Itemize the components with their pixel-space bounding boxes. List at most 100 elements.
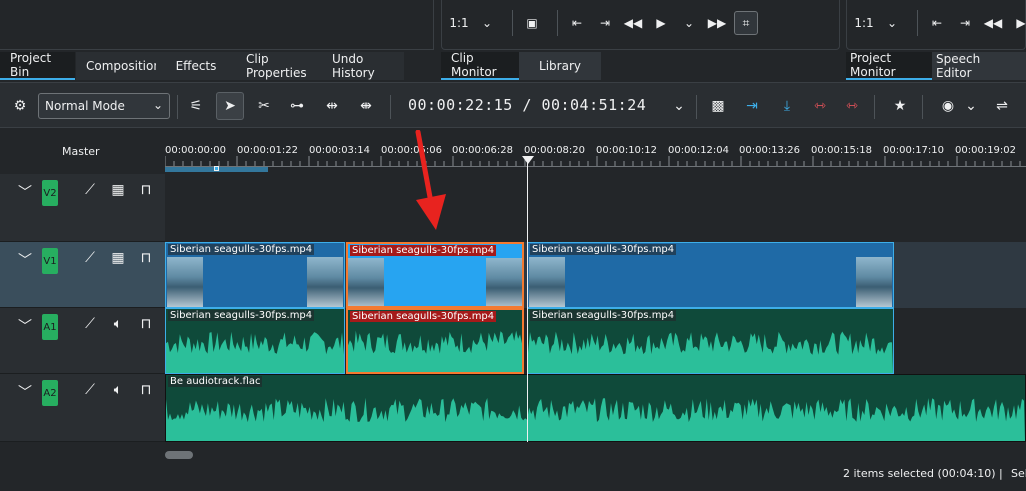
lock-icon[interactable]: ⊓ — [136, 180, 156, 200]
speaker-icon[interactable]: 🔈︎ — [108, 380, 128, 400]
insert-clip-icon[interactable]: ⇥ — [740, 92, 764, 120]
stop-icon[interactable]: ▣ — [521, 11, 543, 35]
track-tag[interactable]: V1 — [42, 248, 58, 274]
effects-wand-icon[interactable]: ⟋ — [80, 380, 100, 400]
speaker-icon[interactable]: 🔈︎ — [108, 314, 128, 334]
mixer-icon[interactable]: ⇌ — [990, 92, 1014, 120]
chevron-down-icon[interactable]: ﹀ — [18, 250, 32, 270]
track-v1[interactable]: Siberian seagulls-30fps.mp4 Siberian sea… — [165, 242, 1026, 308]
play-icon[interactable]: ▶ — [650, 11, 672, 35]
selection-tool-icon[interactable]: ➤ — [216, 92, 244, 120]
total-time: 00:04:51:24 — [541, 96, 647, 114]
chevron-down-icon[interactable]: ⌄ — [881, 11, 903, 35]
audio-clip[interactable]: Siberian seagulls-30fps.mp4 — [165, 308, 345, 374]
record-icon[interactable]: ◉ — [936, 92, 960, 120]
tab-overflow[interactable] — [1012, 52, 1026, 80]
status-selection: 2 items selected (00:04:10) | — [843, 467, 1003, 480]
timeline-ruler[interactable]: 00:00:00:00 00:00:01:22 00:00:03:14 00:0… — [165, 140, 1026, 172]
razor-all-icon[interactable]: ⚟ — [184, 92, 208, 120]
toolbar-divider — [390, 95, 391, 119]
tab-compositions[interactable]: Compositions — [76, 52, 167, 80]
tab-effects[interactable]: Effects — [156, 52, 236, 80]
chevron-down-icon[interactable]: ﹀ — [18, 316, 32, 336]
chevron-down-icon[interactable]: ⌄ — [678, 11, 700, 35]
composite-icon[interactable]: ▩ — [706, 92, 730, 120]
play-icon[interactable]: ▶ — [1010, 11, 1026, 35]
set-zone-in-icon[interactable]: ⇤ — [566, 11, 588, 35]
tab-speech-editor[interactable]: Speech Editor — [932, 52, 1012, 80]
track-header-v1[interactable]: ﹀ V1 ⟋ ▦ ⊓ — [0, 242, 165, 308]
chevron-down-icon[interactable]: ⌄ — [476, 11, 498, 35]
audio-clip[interactable]: Siberian seagulls-30fps.mp4 — [527, 308, 894, 374]
clip-thumbnail-end — [486, 258, 522, 306]
audio-clip[interactable]: Be audiotrack.flac — [165, 374, 1026, 442]
status-divider: | — [999, 467, 1003, 480]
timeline-tracks: Siberian seagulls-30fps.mp4 Siberian sea… — [165, 172, 1026, 442]
film-icon[interactable]: ▦ — [108, 248, 128, 268]
lock-icon[interactable]: ⊓ — [136, 248, 156, 268]
video-clip[interactable]: Siberian seagulls-30fps.mp4 — [165, 242, 345, 308]
video-clip-selected[interactable]: Siberian seagulls-30fps.mp4 — [346, 242, 524, 308]
track-a1[interactable]: Siberian seagulls-30fps.mp4 Siberian sea… — [165, 308, 1026, 374]
playhead-line[interactable] — [527, 157, 528, 442]
track-tag[interactable]: A2 — [42, 380, 58, 406]
tab-undo-history[interactable]: Undo History — [322, 52, 404, 80]
chevron-down-icon[interactable]: ﹀ — [18, 182, 32, 202]
tab-project-monitor[interactable]: Project Monitor — [846, 51, 932, 80]
rewind-icon[interactable]: ◀◀ — [982, 11, 1004, 35]
set-zone-in-icon[interactable]: ⇤ — [926, 11, 948, 35]
ripple-tool-icon[interactable]: ⇹ — [320, 92, 344, 120]
track-a2[interactable]: Be audiotrack.flac — [165, 374, 1026, 442]
effects-wand-icon[interactable]: ⟋ — [80, 180, 100, 200]
lock-icon[interactable]: ⊓ — [136, 314, 156, 334]
track-header-a1[interactable]: ﹀ A1 ⟋ 🔈︎ ⊓ — [0, 308, 165, 374]
toolbar-divider — [917, 10, 918, 36]
clip-monitor-panel: 1:1 ⌄ ▣ ⇤ ⇥ ◀◀ ▶ ⌄ ▶▶ ⌗ › — [441, 0, 857, 50]
clip-label: Siberian seagulls-30fps.mp4 — [350, 245, 497, 256]
tab-clip-properties[interactable]: Clip Properties — [236, 52, 322, 80]
chevron-down-icon[interactable]: ⌄ — [962, 92, 980, 120]
settings-sliders-icon[interactable]: ⚙ — [8, 92, 32, 120]
chevron-down-icon[interactable]: ﹀ — [18, 382, 32, 402]
fast-forward-icon[interactable]: ▶▶ — [706, 11, 728, 35]
lift-zone-icon[interactable]: ⇿ — [840, 92, 864, 120]
chevron-down-icon[interactable]: ⌄ — [670, 92, 688, 120]
project-bin-panel — [0, 0, 434, 50]
playhead-marker[interactable] — [522, 156, 534, 164]
timecode-display[interactable]: 00:00:22:15 / 00:04:51:24 — [408, 96, 646, 114]
audio-waveform — [348, 330, 522, 372]
extract-zone-icon[interactable]: ⇿ — [808, 92, 832, 120]
track-header-a2[interactable]: ﹀ A2 ⟋ 🔈︎ ⊓ — [0, 374, 165, 442]
audio-clip-selected[interactable]: Siberian seagulls-30fps.mp4 — [346, 308, 524, 374]
timeline-scrollbar[interactable] — [165, 451, 193, 459]
edit-mode-select[interactable]: Normal Mode ⌄ — [38, 93, 170, 119]
overwrite-clip-icon[interactable]: ⤓ — [775, 92, 799, 120]
tab-project-bin[interactable]: Project Bin — [0, 51, 75, 80]
audio-waveform — [166, 331, 344, 373]
kdenlive-window: 1:1 ⌄ ▣ ⇤ ⇥ ◀◀ ▶ ⌄ ▶▶ ⌗ › 1:1 ⌄ ⇤ ⇥ ◀◀ ▶… — [0, 0, 1026, 491]
track-tag[interactable]: A1 — [42, 314, 58, 340]
effects-wand-icon[interactable]: ⟋ — [80, 248, 100, 268]
zone-handle[interactable] — [214, 166, 219, 171]
film-icon[interactable]: ▦ — [108, 180, 128, 200]
track-header-v2[interactable]: ﹀ V2 ⟋ ▦ ⊓ — [0, 174, 165, 242]
spacer-tool-icon[interactable]: ⊶ — [285, 92, 309, 120]
track-v2[interactable] — [165, 172, 1026, 242]
ruler-tick-label: 00:00:12:04 — [668, 145, 730, 156]
star-icon[interactable]: ★ — [888, 92, 912, 120]
slip-tool-icon[interactable]: ⇼ — [354, 92, 378, 120]
razor-tool-icon[interactable]: ✂ — [252, 92, 276, 120]
tab-library[interactable]: Library — [519, 52, 601, 80]
rewind-icon[interactable]: ◀◀ — [622, 11, 644, 35]
crop-icon[interactable]: ⌗ — [734, 11, 758, 35]
video-clip[interactable]: Siberian seagulls-30fps.mp4 — [527, 242, 894, 308]
lock-icon[interactable]: ⊓ — [136, 380, 156, 400]
clip-monitor-zoom[interactable]: 1:1 — [448, 11, 470, 35]
project-monitor-zoom[interactable]: 1:1 — [853, 11, 875, 35]
set-zone-out-icon[interactable]: ⇥ — [954, 11, 976, 35]
effects-wand-icon[interactable]: ⟋ — [80, 314, 100, 334]
tab-clip-monitor[interactable]: Clip Monitor — [441, 51, 519, 80]
track-tag[interactable]: V2 — [42, 180, 58, 206]
project-monitor-panel: 1:1 ⌄ ⇤ ⇥ ◀◀ ▶ — [846, 0, 1026, 50]
set-zone-out-icon[interactable]: ⇥ — [594, 11, 616, 35]
